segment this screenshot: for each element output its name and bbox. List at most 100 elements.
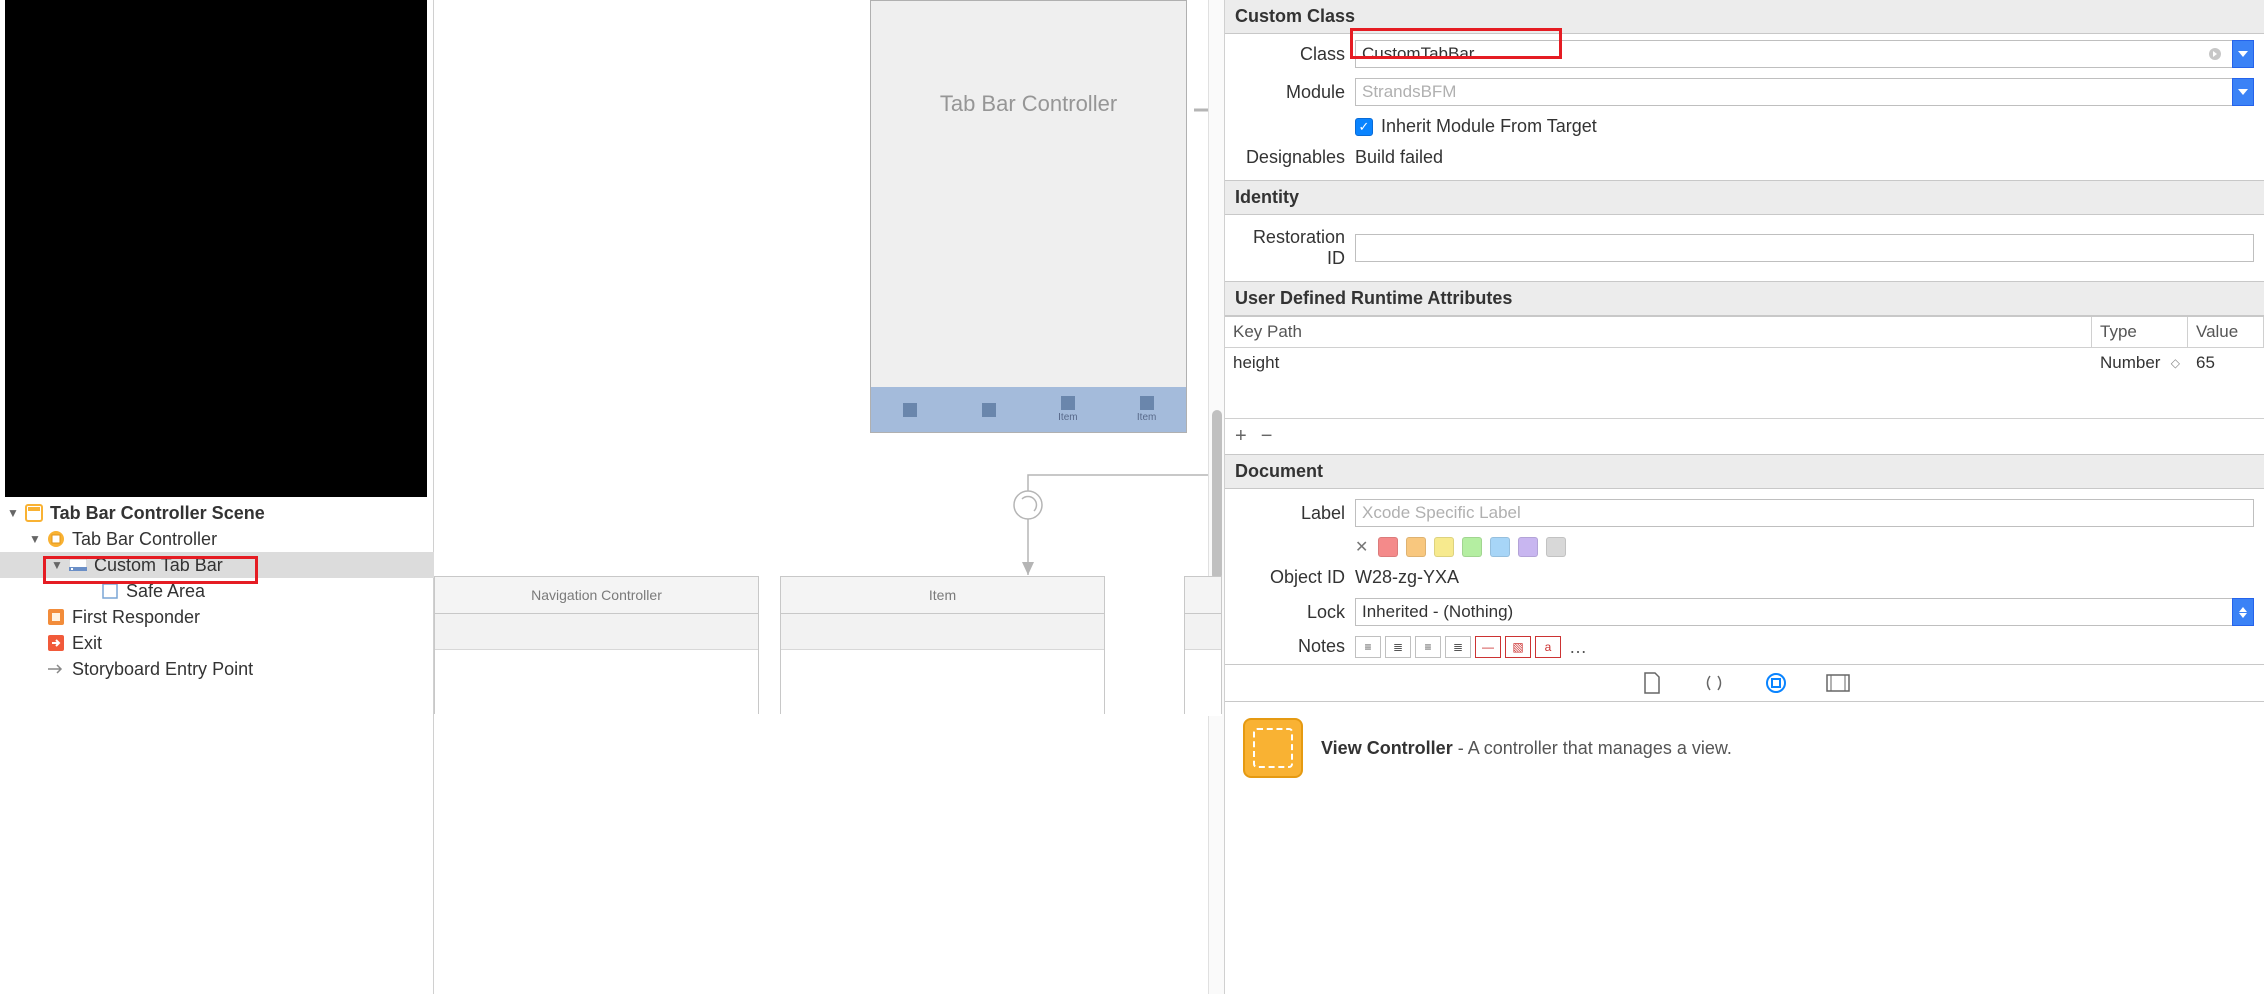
tab-bar[interactable]: Item Item (871, 387, 1186, 432)
more-icon[interactable]: … (1569, 637, 1587, 658)
tab-item[interactable]: Item (1127, 396, 1167, 423)
library-item-viewcontroller[interactable]: View Controller - A controller that mana… (1225, 702, 2264, 794)
remove-button[interactable]: − (1261, 425, 1273, 448)
lock-label: Lock (1235, 602, 1345, 623)
doc-label-placeholder: Xcode Specific Label (1362, 503, 1521, 523)
inherit-module-row[interactable]: ✓ Inherit Module From Target (1225, 112, 2264, 141)
tab-icon (1061, 396, 1075, 410)
checkbox-checked-icon[interactable]: ✓ (1355, 118, 1373, 136)
tree-item-safe-area[interactable]: Safe Area (0, 578, 434, 604)
doc-label-label: Label (1235, 503, 1345, 524)
tab-item[interactable] (890, 403, 930, 417)
safearea-icon (100, 581, 120, 601)
color-swatch[interactable] (1406, 537, 1426, 557)
image-icon[interactable]: ▧ (1505, 636, 1531, 658)
tabbar-controller-scene[interactable]: Tab Bar Controller Item Item (870, 0, 1187, 433)
module-field[interactable]: StrandsBFM (1355, 78, 2232, 106)
notes-row: Notes ≡ ≣ ≡ ≣ — ▧ a … (1225, 632, 2264, 662)
tab-icon (903, 403, 917, 417)
tree-item-exit[interactable]: ▼ Exit (0, 630, 434, 656)
col-keypath[interactable]: Key Path (1225, 317, 2092, 348)
tree-item-first-responder[interactable]: ▼ First Responder (0, 604, 434, 630)
canvas-scrollbar[interactable] (1208, 0, 1224, 994)
disclosure-triangle-icon[interactable]: ▼ (28, 532, 42, 546)
col-value[interactable]: Value (2188, 317, 2264, 348)
library-tabs (1225, 664, 2264, 702)
module-row: Module StrandsBFM (1225, 74, 2264, 110)
disclosure-triangle-icon[interactable]: ▼ (6, 506, 20, 520)
align-left-icon[interactable]: ≡ (1355, 636, 1381, 658)
align-justify-icon[interactable]: ≣ (1445, 636, 1471, 658)
align-right-icon[interactable]: ≡ (1415, 636, 1441, 658)
library-item-text: View Controller - A controller that mana… (1321, 738, 1732, 759)
tree-scene-header[interactable]: ▼ Tab Bar Controller Scene (0, 500, 434, 526)
lock-value: Inherited - (Nothing) (1362, 602, 1513, 622)
object-library-icon[interactable] (1763, 670, 1789, 696)
tree-item-custom-tab-bar[interactable]: ▼ Custom Tab Bar (0, 552, 434, 578)
tree-item-tabbar-controller[interactable]: ▼ Tab Bar Controller (0, 526, 434, 552)
tabbar-icon (68, 555, 88, 575)
tab-icon (982, 403, 996, 417)
child-scene-navigation[interactable]: Navigation Controller (434, 576, 759, 716)
object-id-row: Object ID W28-zg-YXA (1225, 563, 2264, 592)
scene-icon (24, 503, 44, 523)
table-row[interactable]: height Number◇ 65 (1225, 348, 2264, 378)
color-swatch[interactable] (1518, 537, 1538, 557)
inherit-label: Inherit Module From Target (1381, 116, 1597, 137)
color-swatch[interactable] (1378, 537, 1398, 557)
exit-icon (46, 633, 66, 653)
child-scene-header: Navigation Controller (434, 576, 759, 614)
tab-label: Item (1058, 412, 1077, 423)
entry-arrow-icon (46, 659, 66, 679)
navigator-panel: ▼ Tab Bar Controller Scene ▼ Tab Bar Con… (0, 0, 434, 994)
media-library-icon[interactable] (1825, 670, 1851, 696)
goto-icon[interactable] (2204, 41, 2226, 67)
library-item-title: View Controller (1321, 738, 1453, 758)
cell-keypath[interactable]: height (1225, 348, 2092, 378)
cell-value[interactable]: 65 (2188, 348, 2264, 378)
class-value: CustomTabBar (1362, 44, 1474, 64)
color-swatch[interactable] (1546, 537, 1566, 557)
class-field[interactable]: CustomTabBar (1355, 40, 2232, 68)
child-scene-partial[interactable] (1184, 576, 1222, 716)
module-label: Module (1235, 82, 1345, 103)
lock-dropdown-button[interactable] (2232, 598, 2254, 626)
font-icon[interactable]: a (1535, 636, 1561, 658)
color-swatch[interactable] (1434, 537, 1454, 557)
disclosure-triangle-icon[interactable]: ▼ (50, 558, 64, 572)
tree-item-entry-point[interactable]: ▼ Storyboard Entry Point (0, 656, 434, 682)
color-swatch[interactable] (1490, 537, 1510, 557)
file-template-icon[interactable] (1639, 670, 1665, 696)
lock-field[interactable]: Inherited - (Nothing) (1355, 598, 2232, 626)
class-dropdown-button[interactable] (2232, 40, 2254, 68)
add-button[interactable]: + (1235, 425, 1247, 448)
tab-item[interactable] (969, 403, 1009, 417)
col-type[interactable]: Type (2092, 317, 2188, 348)
tree-label: Exit (72, 633, 102, 654)
hr-icon[interactable]: — (1475, 636, 1501, 658)
designables-label: Designables (1235, 147, 1345, 168)
runtime-attrs-table[interactable]: Key Path Type Value height Number◇ 65 (1225, 316, 2264, 418)
tree-label: Tab Bar Controller (72, 529, 217, 550)
tab-item[interactable]: Item (1048, 396, 1088, 423)
tree-label: Storyboard Entry Point (72, 659, 253, 680)
label-row: Label Xcode Specific Label (1225, 495, 2264, 531)
section-udra: User Defined Runtime Attributes (1225, 281, 2264, 316)
scrollbar-thumb[interactable] (1212, 410, 1222, 580)
identity-inspector: Custom Class Class CustomTabBar Module S… (1224, 0, 2264, 994)
cell-type[interactable]: Number◇ (2092, 348, 2188, 378)
color-swatch[interactable] (1462, 537, 1482, 557)
restoration-label: Restoration ID (1235, 227, 1345, 269)
module-placeholder: StrandsBFM (1362, 82, 1456, 102)
align-center-icon[interactable]: ≣ (1385, 636, 1411, 658)
doc-label-field[interactable]: Xcode Specific Label (1355, 499, 2254, 527)
module-dropdown-button[interactable] (2232, 78, 2254, 106)
child-scene-item[interactable]: Item (780, 576, 1105, 716)
scene-preview (5, 0, 427, 497)
library-item-desc: - A controller that manages a view. (1453, 738, 1732, 758)
tree-label: First Responder (72, 607, 200, 628)
restoration-field[interactable] (1355, 234, 2254, 262)
section-custom-class: Custom Class (1225, 0, 2264, 34)
code-snippet-icon[interactable] (1701, 670, 1727, 696)
clear-color-icon[interactable]: ✕ (1355, 537, 1368, 557)
